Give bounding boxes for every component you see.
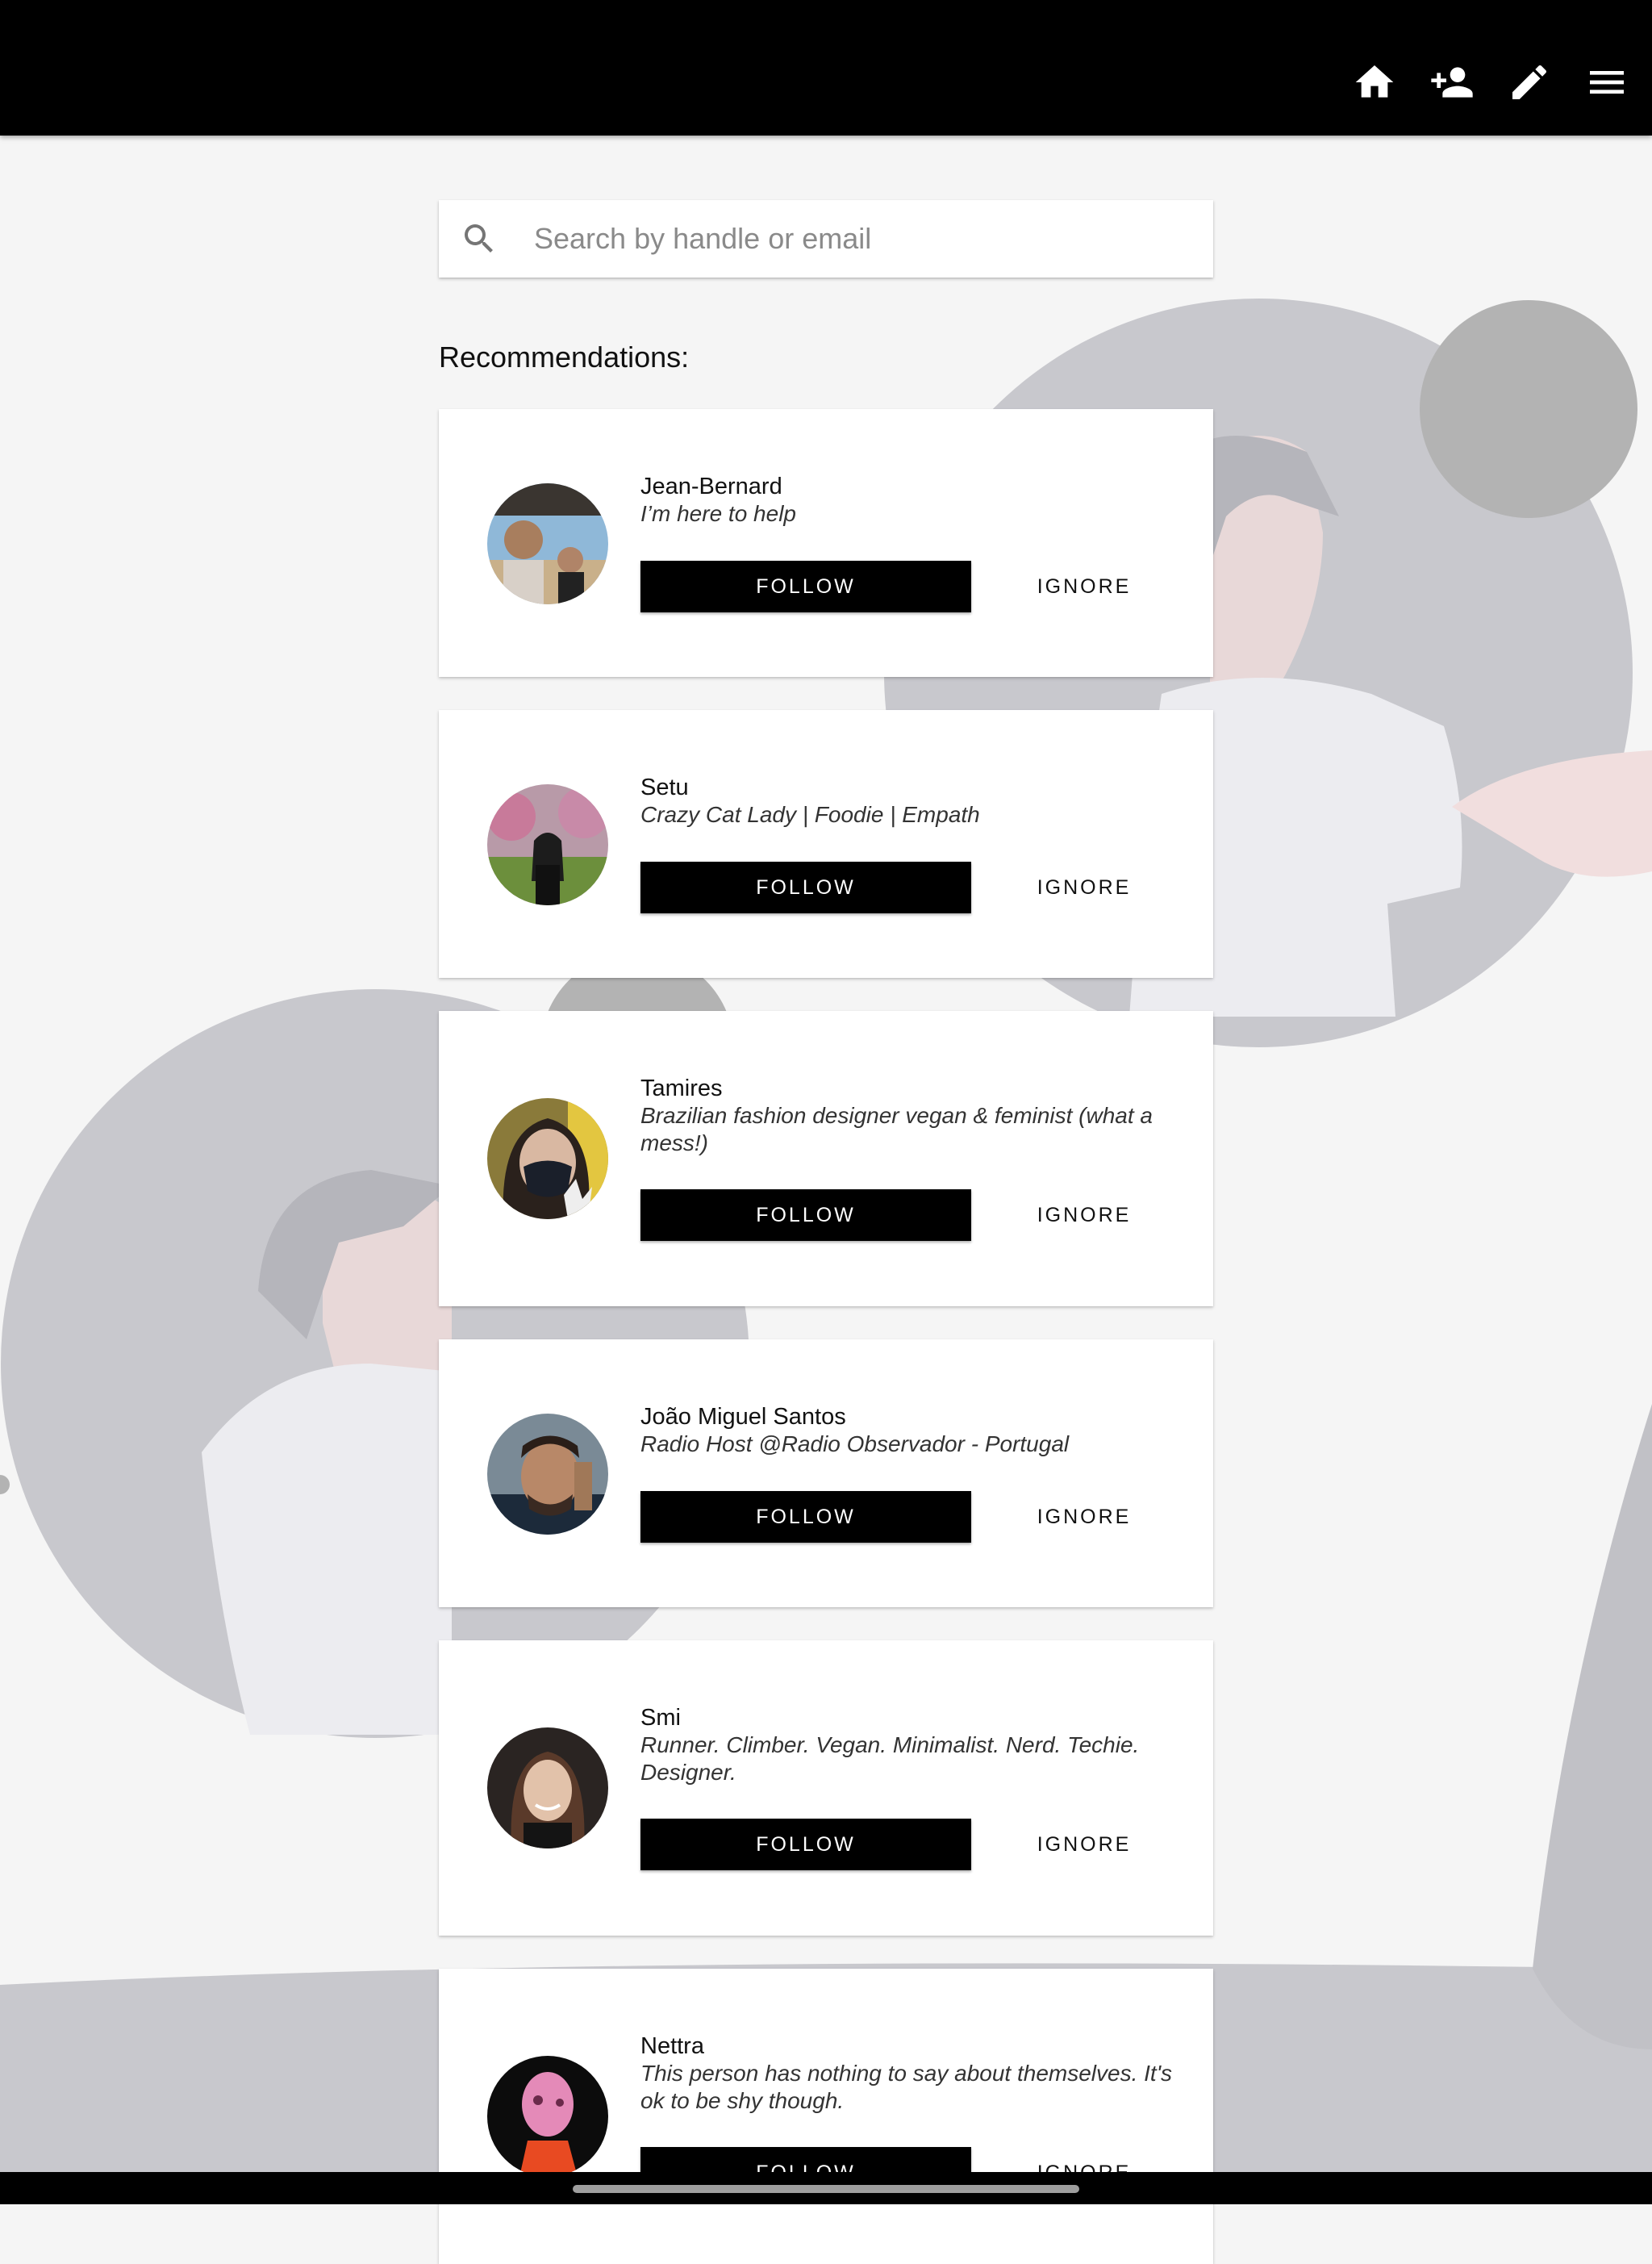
edit-button[interactable] (1496, 48, 1563, 116)
user-name: Nettra (640, 2033, 704, 2059)
user-bio: I’m here to help (640, 501, 796, 526)
user-bio: This person has nothing to say about the… (640, 2061, 1173, 2113)
follow-button[interactable]: FOLLOW (640, 862, 971, 913)
avatar[interactable] (487, 1414, 608, 1535)
follow-button[interactable]: FOLLOW (640, 1491, 971, 1543)
person-add-icon (1431, 67, 1473, 98)
follow-button[interactable]: FOLLOW (640, 1819, 971, 1870)
menu-icon (1590, 71, 1624, 94)
recommendation-card: Jean-Bernard I’m here to help FOLLOW IGN… (439, 409, 1213, 677)
recommendation-card: Smi Runner. Climber. Vegan. Minimalist. … (439, 1640, 1213, 1936)
pencil-icon (1512, 65, 1547, 99)
user-bio: Brazilian fashion designer vegan & femin… (640, 1103, 1153, 1155)
recommendation-card: Nettra This person has nothing to say ab… (439, 1969, 1213, 2264)
user-bio: Radio Host @Radio Observador - Portugal (640, 1431, 1070, 1456)
top-app-bar (0, 0, 1652, 136)
follow-button[interactable]: FOLLOW (640, 561, 971, 612)
user-name: Setu (640, 775, 689, 800)
user-bio: Crazy Cat Lady | Foodie | Empath (640, 802, 980, 827)
search-input[interactable] (532, 221, 1197, 257)
menu-button[interactable] (1573, 48, 1641, 116)
user-bio: Runner. Climber. Vegan. Minimalist. Nerd… (640, 1732, 1140, 1785)
recommendations-heading: Recommendations: (439, 340, 690, 374)
recommendation-card: João Miguel Santos Radio Host @Radio Obs… (439, 1339, 1213, 1607)
add-user-button[interactable] (1418, 48, 1486, 116)
ignore-button[interactable]: IGNORE (1003, 862, 1165, 913)
user-name: Tamires (640, 1076, 723, 1101)
user-name: Smi (640, 1705, 681, 1731)
recommendation-card: Tamires Brazilian fashion designer vegan… (439, 1011, 1213, 1306)
user-name: João Miguel Santos (640, 1404, 846, 1430)
avatar[interactable] (487, 483, 608, 604)
search-icon (465, 224, 493, 253)
user-name: Jean-Bernard (640, 474, 782, 499)
recommendation-card: Setu Crazy Cat Lady | Foodie | Empath FO… (439, 710, 1213, 978)
avatar[interactable] (487, 2056, 608, 2177)
avatar[interactable] (487, 784, 608, 905)
follow-button[interactable]: FOLLOW (640, 1189, 971, 1241)
avatar[interactable] (487, 1727, 608, 1848)
home-button[interactable] (1341, 48, 1408, 116)
avatar[interactable] (487, 1098, 608, 1219)
ignore-button[interactable]: IGNORE (1003, 561, 1165, 612)
search-bar[interactable] (439, 200, 1213, 278)
home-icon (1355, 65, 1394, 98)
ignore-button[interactable]: IGNORE (1003, 1491, 1165, 1543)
ignore-button[interactable]: IGNORE (1003, 1189, 1165, 1241)
home-indicator[interactable] (573, 2185, 1079, 2193)
ignore-button[interactable]: IGNORE (1003, 1819, 1165, 1870)
